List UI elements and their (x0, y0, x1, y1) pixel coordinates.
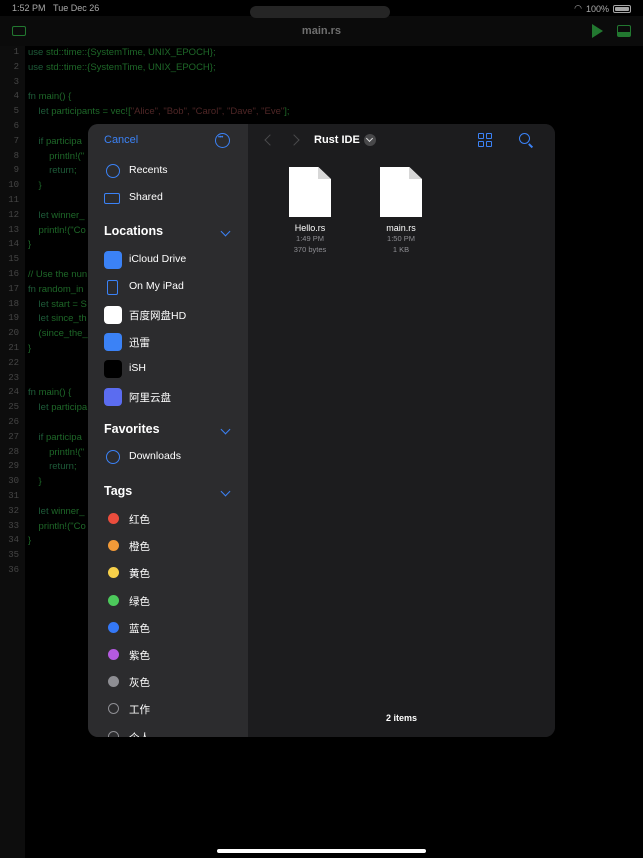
favorites-heading[interactable]: Favorites (104, 422, 160, 436)
sidebar-item-tag[interactable]: 个人 (88, 726, 248, 737)
picker-content: Rust IDE Hello.rs 1:49 PM 370 bytes main… (248, 124, 555, 737)
icloud-icon (104, 251, 122, 269)
file-picker: Cancel Recents Shared Locations iCloud D… (88, 124, 555, 737)
chevron-down-icon[interactable] (364, 134, 376, 146)
tag-dot-icon (108, 649, 119, 660)
xunlei-icon (104, 332, 122, 351)
sidebar-item-location[interactable]: 迅雷 (88, 331, 248, 353)
sidebar-item-location[interactable]: On My iPad (88, 276, 248, 298)
sidebar-item-label: 蓝色 (129, 622, 150, 635)
sidebar-item-label: iCloud Drive (129, 253, 187, 265)
sidebar-item-recents[interactable]: Recents (88, 160, 248, 182)
sidebar-item-label: 黄色 (129, 568, 150, 581)
sidebar-item-label: iSH (129, 362, 146, 375)
sidebar-item-tag[interactable]: 绿色 (88, 590, 248, 612)
sidebar-item-label: 工作 (129, 704, 150, 717)
tag-dot-icon (108, 621, 119, 633)
sidebar-item-label: Shared (129, 191, 163, 203)
search-icon[interactable] (519, 133, 530, 144)
forward-icon[interactable] (288, 134, 300, 146)
baidu-netdisk-icon (104, 305, 122, 324)
chevron-down-icon[interactable] (220, 486, 231, 497)
sidebar-item-label: 个人 (129, 730, 150, 737)
file-item-hello[interactable]: Hello.rs 1:49 PM 370 bytes (280, 167, 340, 255)
file-time: 1:49 PM (296, 234, 324, 243)
grid-view-icon[interactable] (478, 133, 492, 147)
sidebar-item-tag[interactable]: 灰色 (88, 671, 248, 693)
sidebar-item-label: 紫色 (129, 650, 150, 662)
sidebar-item-label: 百度网盘HD (129, 309, 187, 322)
chevron-down-icon[interactable] (220, 226, 231, 237)
sidebar-item-tag[interactable]: 红色 (88, 508, 248, 530)
sidebar-item-label: Recents (129, 164, 168, 176)
tag-dot-icon (108, 594, 119, 606)
shared-folder-icon (104, 193, 120, 204)
sidebar-item-label: On My iPad (129, 280, 184, 293)
document-icon (289, 167, 331, 217)
aliyun-drive-icon (104, 387, 122, 406)
sidebar-item-label: Downloads (129, 450, 181, 462)
download-icon (106, 450, 120, 464)
locations-heading[interactable]: Locations (104, 224, 163, 238)
sidebar-item-tag[interactable]: 橙色 (88, 535, 248, 557)
tag-dot-icon (108, 540, 119, 552)
sidebar-item-tag[interactable]: 黄色 (88, 562, 248, 584)
ipad-icon (107, 280, 118, 296)
tag-dot-icon (108, 676, 119, 688)
sidebar-item-label: 灰色 (129, 677, 150, 690)
sidebar-item-location[interactable]: 百度网盘HD (88, 304, 248, 326)
item-count: 2 items (385, 713, 418, 723)
file-size: 1 KB (392, 245, 410, 254)
ish-icon (104, 360, 122, 379)
file-name: Hello.rs (294, 223, 326, 233)
sidebar-item-location[interactable]: iCloud Drive (88, 249, 248, 271)
sidebar-item-label: 阿里云盘 (129, 391, 171, 404)
sidebar-item-tag[interactable]: 蓝色 (88, 617, 248, 639)
file-size: 370 bytes (293, 245, 327, 254)
sidebar-item-tag[interactable]: 工作 (88, 698, 248, 720)
home-indicator[interactable] (217, 849, 426, 853)
sidebar-item-location[interactable]: 阿里云盘 (88, 386, 248, 408)
picker-sidebar: Cancel Recents Shared Locations iCloud D… (88, 124, 248, 737)
tag-dot-icon (108, 730, 119, 737)
file-name: main.rs (386, 223, 416, 233)
file-item-main[interactable]: main.rs 1:50 PM 1 KB (371, 167, 431, 255)
sidebar-item-label: 迅雷 (129, 336, 150, 349)
sidebar-item-location[interactable]: iSH (88, 358, 248, 380)
sidebar-item-tag[interactable]: 紫色 (88, 644, 248, 666)
sidebar-item-label: 绿色 (129, 595, 150, 608)
tag-dot-icon (108, 513, 119, 524)
location-title[interactable]: Rust IDE (314, 134, 360, 146)
more-icon[interactable] (215, 133, 230, 148)
document-icon (380, 167, 422, 217)
sidebar-item-label: 橙色 (129, 541, 150, 554)
back-icon[interactable] (264, 134, 276, 146)
sidebar-item-downloads[interactable]: Downloads (88, 446, 248, 468)
cancel-button[interactable]: Cancel (104, 134, 138, 146)
sidebar-item-label: 红色 (129, 514, 150, 526)
clock-icon (106, 164, 120, 178)
tags-heading[interactable]: Tags (104, 484, 132, 498)
tag-dot-icon (108, 567, 119, 579)
sidebar-item-shared[interactable]: Shared (88, 187, 248, 209)
chevron-down-icon[interactable] (220, 424, 231, 435)
file-time: 1:50 PM (387, 234, 415, 243)
tag-dot-icon (108, 703, 119, 715)
